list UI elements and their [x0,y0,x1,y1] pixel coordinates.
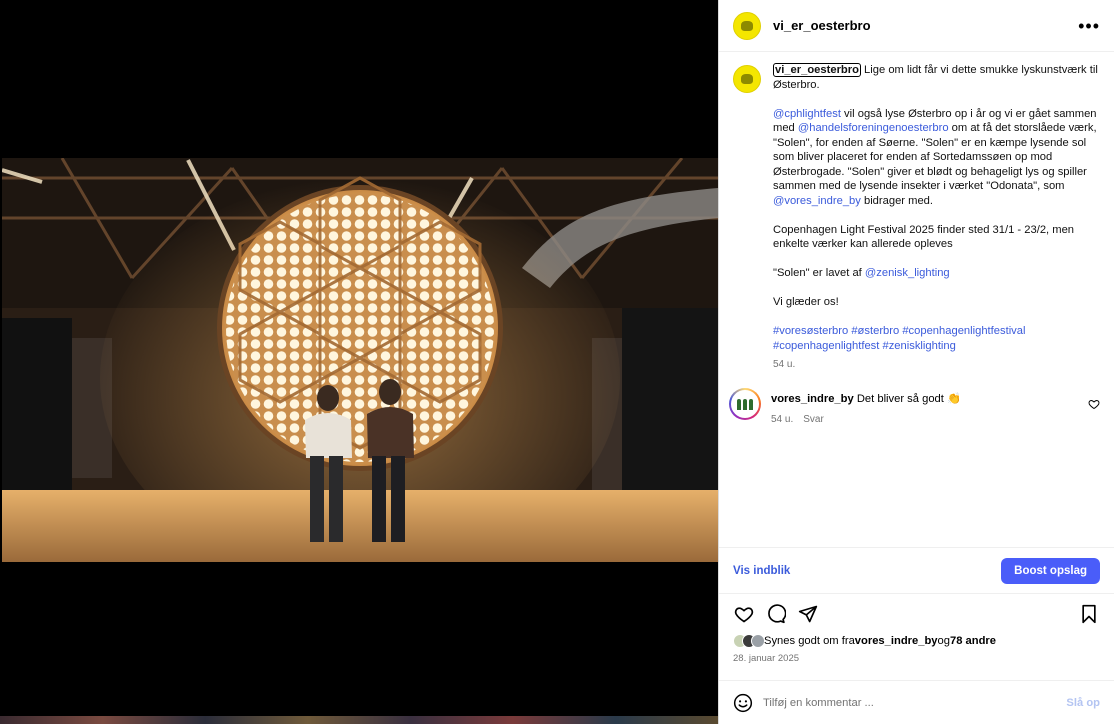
post-media[interactable] [0,0,718,724]
add-comment-bar: Slå op [719,680,1114,724]
mention-link[interactable]: @handelsforeningenoesterbro [798,122,949,134]
caption-paragraph: Copenhagen Light Festival 2025 finder st… [773,223,1075,251]
avatar[interactable] [733,11,761,40]
more-horizontal-icon[interactable]: ••• [1078,17,1100,35]
emoji-icon[interactable] [733,693,753,713]
mention-link[interactable]: @vores_indre_by [773,195,861,207]
likes-summary: Synes godt om fra vores_indre_by og 78 a… [733,634,1100,648]
boost-post-button[interactable]: Boost opslag [1001,557,1100,584]
logo-icon [741,74,753,84]
comment-time: 54 u. [771,413,794,425]
likes-middle: og [937,635,950,647]
mention-link[interactable]: @zenisk_lighting [865,267,950,279]
post-username[interactable]: vi_er_oesterbro [773,18,871,33]
comment-text: Det bliver så godt 👏 [853,393,961,405]
caption-time: 54 u. [773,358,796,370]
comments-scroll-area[interactable]: vi_er_oesterbro Lige om lidt får vi dett… [719,53,1114,547]
share-icon[interactable] [797,603,819,625]
caption-text: vi_er_oesterbro Lige om lidt får vi dett… [773,63,1098,372]
avatar[interactable] [733,65,761,93]
likes-prefix: Synes godt om fra [764,635,855,647]
liker-avatars[interactable] [733,634,765,648]
hashtags[interactable]: #voresøsterbro #østerbro #copenhagenligh… [773,324,1098,353]
likes-user[interactable]: vores_indre_by [855,635,938,647]
caption-paragraph: Vi glæder os! [773,296,839,308]
reply-button[interactable]: Svar [803,414,824,425]
post-date: 28. januar 2025 [733,653,800,664]
comment-icon[interactable] [765,603,787,625]
heart-icon[interactable] [733,603,755,625]
heart-icon[interactable] [1088,398,1100,410]
light-art-illustration [2,158,718,562]
post-header: vi_er_oesterbro ••• [719,0,1114,52]
post-details-panel: vi_er_oesterbro ••• vi_er_oesterbro Lige… [718,0,1114,724]
caption-author[interactable]: vi_er_oesterbro [773,63,861,77]
likes-others[interactable]: 78 andre [950,635,996,647]
background-strip [0,716,718,724]
logo-icon [741,20,753,31]
post-photo [2,158,718,562]
caption-text-fragment: bidrager med. [860,194,933,207]
post-comment-button[interactable]: Slå op [1066,697,1100,709]
comment-input[interactable] [763,696,1067,709]
insight-bar: Vis indblik Boost opslag [719,547,1114,593]
mention-link[interactable]: @cphlightfest [773,108,841,120]
caption: vi_er_oesterbro Lige om lidt får vi dett… [733,63,1100,372]
avatar[interactable] [729,388,761,420]
caption-text-fragment: "Solen" er lavet af [773,267,865,279]
comment-username[interactable]: vores_indre_by [771,393,854,405]
comment-item: vores_indre_by Det bliver så godt 👏 54 u… [729,388,1100,427]
view-insights-link[interactable]: Vis indblik [733,565,790,577]
bookmark-icon[interactable] [1078,603,1100,625]
